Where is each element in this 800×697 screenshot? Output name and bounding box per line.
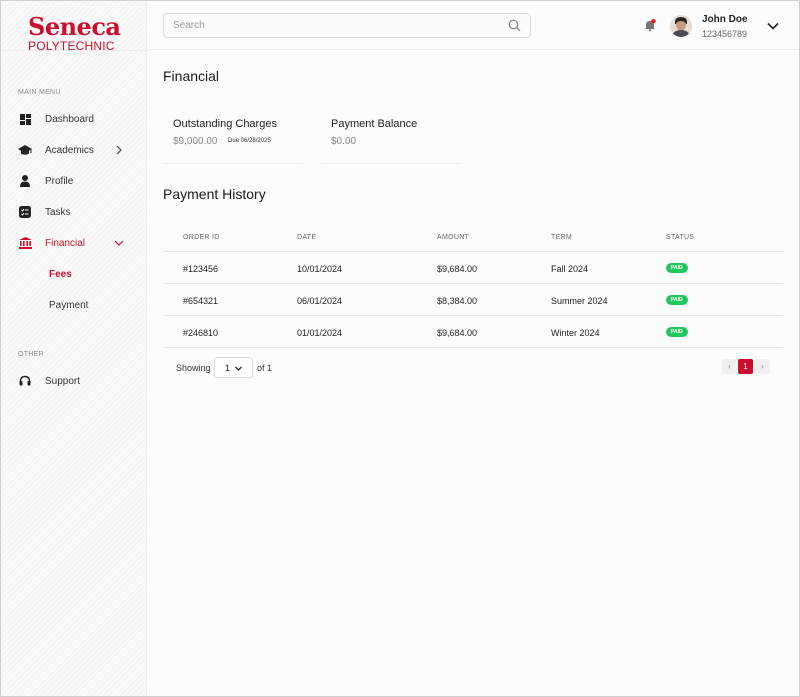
page-select-value: 1	[225, 363, 231, 373]
date: 01/01/2024	[297, 328, 343, 338]
page-title: Financial	[163, 68, 220, 84]
table-footer: Showing 1 of 1 ‹ 1 ›	[163, 348, 783, 386]
table-row[interactable]: #123456 10/01/2024 $9,684.00 Fall 2024 P…	[163, 252, 783, 284]
chevron-right-icon[interactable]	[113, 144, 125, 156]
due-date: Due 06/28/2025	[228, 138, 271, 144]
card-title: Outstanding Charges	[173, 118, 277, 130]
search-icon[interactable]	[508, 19, 521, 32]
page-select[interactable]: 1	[214, 357, 253, 378]
sidebar-item-label: Dashboard	[45, 113, 94, 125]
order-id: #246810	[183, 328, 219, 338]
search-input[interactable]	[164, 14, 494, 37]
sidebar-item-tasks[interactable]: Tasks	[18, 202, 133, 222]
tasks-icon	[18, 205, 32, 219]
avatar[interactable]	[670, 15, 692, 37]
graduation-cap-icon	[18, 143, 32, 157]
date: 06/01/2024	[297, 296, 343, 306]
term: Fall 2024	[551, 264, 589, 274]
table-row[interactable]: #654321 06/01/2024 $8,384.00 Summer 2024…	[163, 284, 783, 316]
date: 10/01/2024	[297, 264, 343, 274]
card-title: Payment Balance	[331, 118, 418, 130]
column-header[interactable]: AMOUNT	[437, 234, 469, 241]
notification-bell-icon[interactable]	[643, 18, 657, 32]
sidebar-item-dashboard[interactable]: Dashboard	[18, 109, 133, 129]
sidebar-item-label: Tasks	[45, 206, 71, 218]
payment-history-table: ORDER ID DATE AMOUNT TERM STATUS #123456…	[163, 222, 783, 386]
bank-icon	[18, 236, 32, 250]
payment-balance-card: Payment Balance $0.00	[321, 108, 461, 164]
sidebar-item-academics[interactable]: Academics	[18, 140, 133, 160]
amount: $8,384.00	[437, 296, 478, 306]
showing-label: Showing	[176, 363, 211, 373]
chevron-down-icon[interactable]	[766, 19, 780, 33]
table-row[interactable]: #246810 01/01/2024 $9,684.00 Winter 2024…	[163, 316, 783, 348]
section-title: Payment History	[163, 186, 266, 202]
term: Winter 2024	[551, 328, 600, 338]
term: Summer 2024	[551, 296, 608, 306]
search-box	[163, 13, 531, 38]
user-name: John Doe	[702, 14, 748, 25]
status-badge: PAID	[666, 295, 688, 305]
order-id: #654321	[183, 296, 219, 306]
dashboard-icon	[18, 112, 32, 126]
prev-page-button[interactable]: ‹	[722, 359, 737, 374]
column-header[interactable]: DATE	[297, 234, 316, 241]
other-label: OTHER	[18, 351, 44, 358]
brand-logo[interactable]: Seneca POLYTECHNIC	[28, 12, 128, 54]
status-badge: PAID	[666, 327, 688, 337]
sidebar-subitem-payment[interactable]: Payment	[49, 300, 88, 311]
next-page-button[interactable]: ›	[755, 359, 770, 374]
sidebar-item-label: Financial	[45, 237, 86, 249]
divider	[1, 50, 147, 51]
chevron-down-icon[interactable]	[113, 237, 125, 249]
user-id: 123456789	[702, 29, 748, 39]
chevron-down-icon	[235, 366, 242, 371]
sidebar-subitem-fees[interactable]: Fees	[49, 269, 72, 280]
amount: $9,684.00	[437, 328, 478, 338]
order-id: #123456	[183, 264, 219, 274]
headset-icon	[18, 374, 32, 388]
sidebar-item-label: Profile	[45, 175, 74, 187]
brand-name: Seneca	[28, 12, 121, 41]
sidebar-item-support[interactable]: Support	[18, 371, 133, 391]
sidebar-item-label: Academics	[45, 144, 94, 156]
sidebar-item-profile[interactable]: Profile	[18, 171, 133, 191]
amount: $9,684.00	[437, 264, 478, 274]
card-value: $9,000.00	[173, 136, 218, 147]
top-bar: John Doe 123456789	[148, 1, 799, 50]
table-header: ORDER ID DATE AMOUNT TERM STATUS	[163, 222, 783, 252]
outstanding-charges-card: Outstanding Charges $9,000.00 Due 06/28/…	[163, 108, 303, 164]
sidebar-item-label: Support	[45, 375, 81, 387]
sidebar-item-financial[interactable]: Financial	[18, 233, 133, 253]
page-count: of 1	[257, 363, 273, 373]
user-icon	[18, 174, 32, 188]
column-header[interactable]: STATUS	[666, 234, 694, 241]
column-header[interactable]: ORDER ID	[183, 234, 220, 241]
page-1-button[interactable]: 1	[738, 359, 753, 374]
main-menu-label: MAIN MENU	[18, 89, 61, 96]
card-value: $0.00	[331, 136, 357, 147]
column-header[interactable]: TERM	[551, 234, 572, 241]
sidebar: Seneca POLYTECHNIC MAIN MENU Dashboard A…	[1, 1, 147, 696]
status-badge: PAID	[666, 263, 688, 273]
